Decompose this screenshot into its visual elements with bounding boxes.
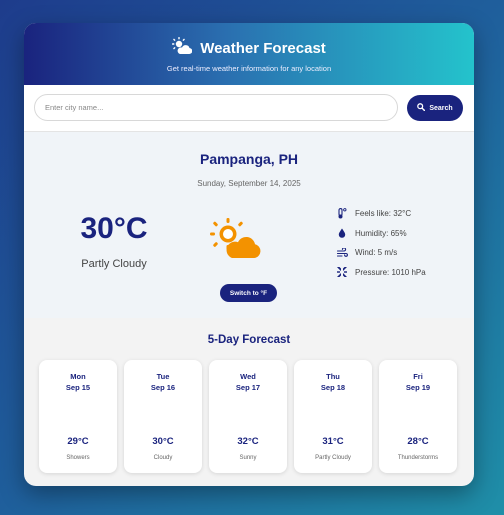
feels-like-row: Feels like: 32°C	[336, 204, 426, 224]
droplet-icon	[336, 228, 348, 239]
forecast-temp: 31°C	[322, 436, 344, 447]
city-search-input[interactable]	[34, 94, 398, 121]
thermometer-icon	[336, 208, 348, 219]
wind-icon	[336, 247, 348, 258]
title-row: Weather Forecast	[24, 37, 474, 60]
pressure-text: Pressure: 1010 hPa	[355, 267, 426, 277]
forecast-temp: 29°C	[67, 436, 89, 447]
current-condition: Partly Cloudy	[81, 258, 147, 270]
city-name: Pampanga, PH	[199, 151, 299, 167]
partly-cloudy-icon	[210, 218, 262, 265]
forecast-date: Sep 15	[65, 383, 91, 392]
forecast-condition: Cloudy	[153, 455, 173, 461]
forecast-day: Mon	[70, 372, 86, 381]
search-icon	[417, 103, 426, 113]
wind-row: Wind: 5 m/s	[336, 243, 426, 263]
forecast-title: 5-Day Forecast	[207, 334, 291, 346]
current-temperature: 30°C	[80, 212, 148, 245]
wind-text: Wind: 5 m/s	[355, 248, 398, 258]
forecast-day: Thu	[326, 372, 340, 381]
feels-like-text: Feels like: 32°C	[355, 209, 412, 219]
pressure-row: Pressure: 1010 hPa	[336, 263, 426, 283]
forecast-condition: Showers	[66, 455, 90, 461]
app-header: Weather Forecast Get real-time weather i…	[24, 23, 474, 85]
forecast-card-wed: Wed Sep 17 32°C Sunny	[209, 360, 287, 473]
forecast-condition: Partly Cloudy	[315, 455, 351, 461]
forecast-date: Sep 17	[235, 383, 261, 392]
forecast-date: Sep 19	[405, 383, 431, 392]
forecast-card-fri: Fri Sep 19 28°C Thunderstorms	[379, 360, 457, 473]
forecast-condition: Sunny	[239, 455, 257, 461]
forecast-cards: Mon Sep 15 29°C Showers Tue Sep 16 30°C …	[39, 360, 457, 473]
forecast-temp: 32°C	[237, 436, 259, 447]
forecast-day: Tue	[156, 372, 170, 381]
forecast-card-mon: Mon Sep 15 29°C Showers	[39, 360, 117, 473]
weather-card: Weather Forecast Get real-time weather i…	[24, 23, 474, 486]
search-button[interactable]: Search	[407, 95, 463, 121]
sun-cloud-icon	[172, 37, 193, 60]
forecast-date: Sep 18	[320, 383, 346, 392]
forecast-card-thu: Thu Sep 18 31°C Partly Cloudy	[294, 360, 372, 473]
search-button-label: Search	[429, 104, 453, 112]
current-weather: Pampanga, PH Sunday, September 14, 2025 …	[24, 132, 474, 318]
forecast-date: Sep 16	[150, 383, 176, 392]
forecast-card-tue: Tue Sep 16 30°C Cloudy	[124, 360, 202, 473]
app-subtitle: Get real-time weather information for an…	[166, 64, 332, 73]
forecast-temp: 30°C	[152, 436, 174, 447]
weather-details: Feels like: 32°C Humidity: 65% Wind: 5 m…	[336, 204, 426, 282]
search-bar: Search	[24, 85, 474, 132]
forecast-section: 5-Day Forecast Mon Sep 15 29°C Showers T…	[24, 318, 474, 486]
humidity-text: Humidity: 65%	[355, 228, 407, 238]
forecast-temp: 28°C	[407, 436, 429, 447]
current-date: Sunday, September 14, 2025	[197, 179, 301, 188]
humidity-row: Humidity: 65%	[336, 224, 426, 244]
forecast-condition: Thunderstorms	[397, 455, 439, 461]
forecast-day: Wed	[240, 372, 256, 381]
pressure-icon	[336, 267, 348, 278]
app-title: Weather Forecast	[200, 40, 326, 57]
forecast-day: Fri	[413, 372, 423, 381]
unit-toggle-button[interactable]: Switch to °F	[220, 284, 277, 302]
